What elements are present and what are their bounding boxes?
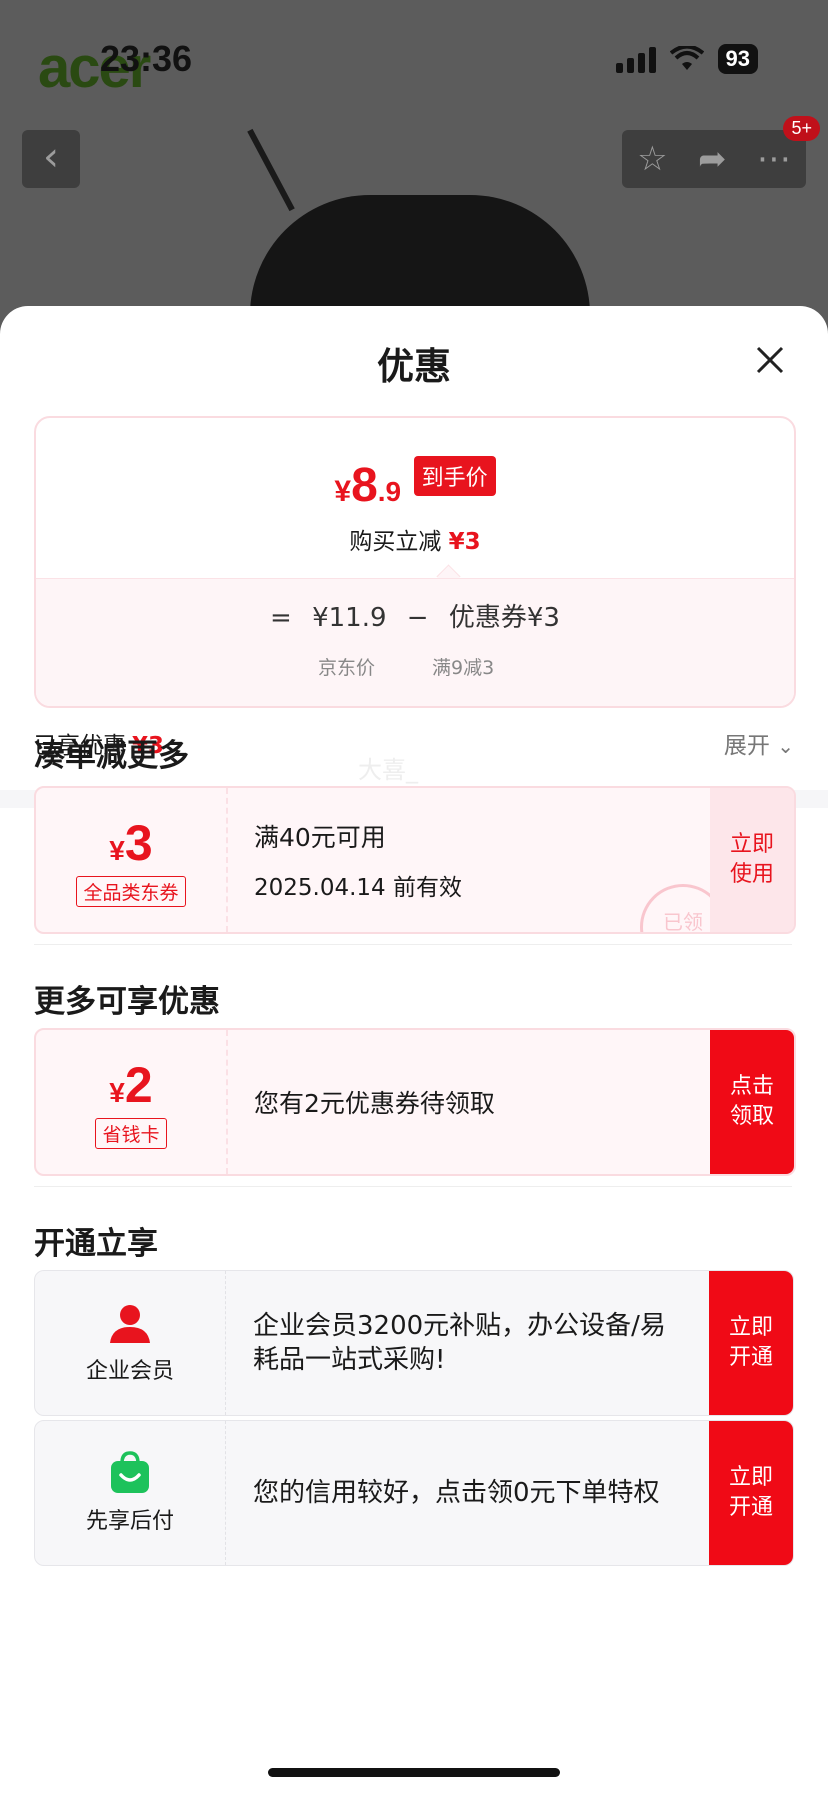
share-icon[interactable]: ➦	[698, 139, 727, 179]
divider	[34, 944, 792, 945]
member-description: 您的信用较好，点击领0元下单特权	[253, 1478, 660, 1508]
instant-reduction: 购买立减 ¥3	[349, 529, 481, 555]
use-now-button[interactable]: 立即 使用	[710, 788, 794, 932]
notification-badge: 5+	[783, 116, 820, 141]
coupon-expiry: 2025.04.14 前有效	[254, 875, 462, 901]
coupon-rule-label: 满9减3	[432, 657, 495, 679]
chevron-left-icon: ‹	[43, 134, 59, 180]
coupon-card-saving: ¥2 省钱卡 您有2元优惠券待领取 点击 领取	[34, 1028, 796, 1176]
expand-button[interactable]: 展开 ⌄	[724, 726, 794, 760]
wifi-icon	[669, 46, 704, 70]
coupon-card-jd: ¥3 全品类东券 满40元可用 2025.04.14 前有效 已领 立即 使用	[34, 786, 796, 934]
user-icon	[110, 1305, 150, 1343]
final-price: ¥8.9	[334, 459, 402, 512]
coupon-amount: ¥3	[109, 815, 153, 871]
product-page-background: acer 23:36 93 ‹ ☆ ➦ ⋯ 5+	[0, 0, 828, 355]
back-button[interactable]: ‹	[22, 130, 80, 188]
jd-price-label: 京东价	[318, 657, 376, 679]
member-name: 先享后付	[85, 1509, 174, 1534]
section-title-more-offers: 更多可享优惠	[34, 984, 220, 1020]
sheet-title: 优惠	[377, 345, 451, 388]
chevron-down-icon: ⌄	[777, 734, 794, 758]
divider	[34, 1186, 792, 1187]
activate-enterprise-button[interactable]: 立即 开通	[709, 1271, 793, 1415]
member-name: 企业会员	[85, 1359, 174, 1384]
section-title-activate: 开通立享	[34, 1226, 158, 1262]
coupon-condition: 满40元可用	[254, 823, 386, 852]
coupon-type-label: 全品类东券	[76, 876, 186, 907]
coupon-amount: ¥2	[109, 1057, 153, 1113]
final-price-tag: 到手价	[413, 456, 496, 496]
enterprise-member-card: 企业会员 企业会员3200元补贴，办公设备/易耗品一站式采购! 立即 开通	[34, 1270, 794, 1416]
claim-button[interactable]: 点击 领取	[710, 1030, 794, 1174]
coupon-description: 您有2元优惠券待领取	[254, 1089, 495, 1118]
watermark-text: 大喜_	[358, 756, 418, 784]
price-breakdown: = ¥11.9 − 优惠券¥3 京东价 满9减3	[36, 578, 794, 706]
status-time: 23:36	[100, 38, 193, 79]
status-indicators: 93	[615, 44, 758, 74]
coupon-type-label: 省钱卡	[95, 1118, 167, 1149]
close-icon[interactable]	[752, 342, 788, 378]
more-icon[interactable]: ⋯	[757, 139, 791, 179]
discount-sheet: 优惠 ¥8.9 到手价 购买立减 ¥3 = ¥11.9 − 优惠券¥3 京东价 …	[0, 306, 828, 1796]
home-indicator	[268, 1768, 560, 1777]
member-description: 企业会员3200元补贴，办公设备/易耗品一站式采购!	[253, 1311, 666, 1375]
pay-later-card: 先享后付 您的信用较好，点击领0元下单特权 立即 开通	[34, 1420, 794, 1566]
price-formula: = ¥11.9 − 优惠券¥3	[270, 603, 560, 633]
battery-indicator: 93	[717, 44, 758, 74]
activate-pay-later-button[interactable]: 立即 开通	[709, 1421, 793, 1565]
shopping-bag-icon	[111, 1451, 149, 1493]
section-title-combine: 凑单减更多	[34, 738, 189, 774]
signal-icon	[615, 45, 656, 73]
mouse-cable	[247, 128, 295, 212]
star-icon[interactable]: ☆	[637, 139, 667, 179]
price-summary-card: ¥8.9 到手价 购买立减 ¥3 = ¥11.9 − 优惠券¥3 京东价 满9减…	[34, 416, 796, 708]
top-action-bar: ☆ ➦ ⋯ 5+	[622, 116, 820, 188]
